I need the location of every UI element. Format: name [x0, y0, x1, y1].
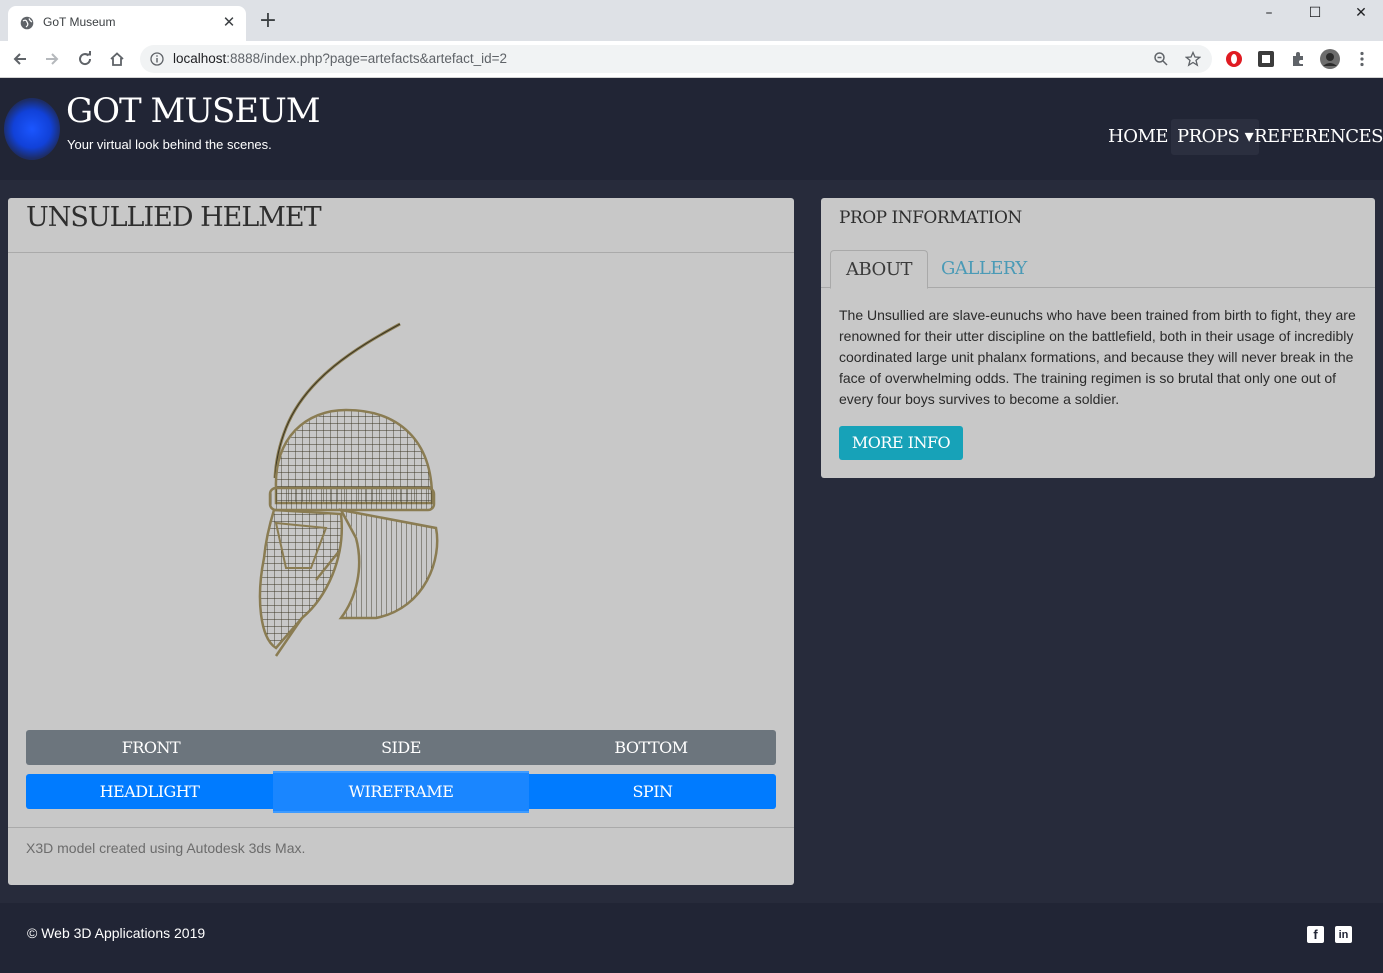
globe-icon: [20, 16, 34, 30]
front-view-button[interactable]: FRONT: [26, 730, 276, 765]
site-footer: © Web 3D Applications 2019 f in: [0, 903, 1383, 973]
site-brand[interactable]: GOT MUSEUM: [66, 91, 321, 131]
mode-button-group: HEADLIGHT WIREFRAME SPIN: [26, 771, 776, 813]
spin-button[interactable]: SPIN: [529, 774, 776, 809]
divider: [8, 252, 794, 253]
star-icon[interactable]: [1185, 51, 1201, 67]
browser-tab-strip: GoT Museum ✕ + – ☐ ✕: [0, 0, 1383, 41]
forward-button[interactable]: [40, 47, 64, 71]
nav-home[interactable]: HOME: [1108, 119, 1169, 155]
nav-props-dropdown[interactable]: PROPS ▾: [1171, 119, 1260, 155]
reload-icon: [79, 51, 92, 66]
screenshot-extension-icon[interactable]: [1257, 50, 1275, 68]
bottom-view-button[interactable]: BOTTOM: [526, 730, 776, 765]
maximize-button[interactable]: ☐: [1292, 0, 1338, 28]
prop-info-title: PROP INFORMATION: [839, 208, 1022, 228]
view-button-group: FRONT SIDE BOTTOM: [26, 730, 776, 765]
back-button[interactable]: [8, 47, 32, 71]
home-button[interactable]: [105, 47, 129, 71]
avatar[interactable]: [1320, 49, 1340, 69]
linkedin-icon[interactable]: in: [1335, 926, 1352, 943]
model-credit: X3D model created using Autodesk 3ds Max…: [26, 840, 306, 856]
about-description: The Unsullied are slave-eunuchs who have…: [839, 307, 1356, 407]
tab-about[interactable]: ABOUT: [830, 250, 928, 289]
helmet-3d-model[interactable]: [246, 318, 456, 663]
minimize-button[interactable]: –: [1246, 0, 1292, 28]
info-icon: [150, 52, 164, 66]
divider: [8, 827, 794, 828]
tab-close-icon[interactable]: ✕: [220, 13, 238, 31]
model-card: UNSULLIED HELMET FRONT SIDE BOTTOM HEADL…: [8, 198, 794, 885]
url-text: localhost:8888/index.php?page=artefacts&…: [173, 51, 507, 66]
reload-button[interactable]: [73, 47, 97, 71]
menu-icon[interactable]: [1353, 50, 1371, 68]
nav-references[interactable]: REFERENCES: [1254, 119, 1383, 155]
close-window-button[interactable]: ✕: [1338, 0, 1383, 28]
tab-gallery[interactable]: GALLERY: [941, 250, 1027, 287]
opera-extension-icon[interactable]: [1225, 50, 1243, 68]
address-bar[interactable]: localhost:8888/index.php?page=artefacts&…: [140, 45, 1212, 73]
home-icon: [110, 52, 124, 66]
zoom-icon[interactable]: [1153, 51, 1169, 67]
prop-info-card: PROP INFORMATION ABOUT GALLERY The Unsul…: [821, 198, 1375, 478]
more-info-button[interactable]: MORE INFO: [839, 426, 963, 460]
url-host: localhost: [173, 51, 227, 66]
artefact-title: UNSULLIED HELMET: [26, 202, 322, 233]
headlight-button[interactable]: HEADLIGHT: [26, 774, 273, 809]
logo-icon: [4, 98, 60, 160]
site-tagline: Your virtual look behind the scenes.: [67, 137, 272, 152]
extension-icon[interactable]: [1289, 50, 1307, 68]
copyright-text: © Web 3D Applications 2019: [27, 925, 206, 941]
tab-title: GoT Museum: [43, 15, 116, 29]
back-arrow-icon: [13, 53, 26, 65]
forward-arrow-icon: [46, 53, 59, 65]
facebook-icon[interactable]: f: [1307, 926, 1324, 943]
browser-tab[interactable]: GoT Museum ✕: [8, 6, 246, 41]
wireframe-button[interactable]: WIREFRAME: [273, 771, 529, 813]
url-path: :8888/index.php?page=artefacts&artefact_…: [226, 51, 508, 66]
new-tab-button[interactable]: +: [258, 10, 278, 32]
side-view-button[interactable]: SIDE: [276, 730, 526, 765]
browser-toolbar: localhost:8888/index.php?page=artefacts&…: [0, 41, 1383, 78]
